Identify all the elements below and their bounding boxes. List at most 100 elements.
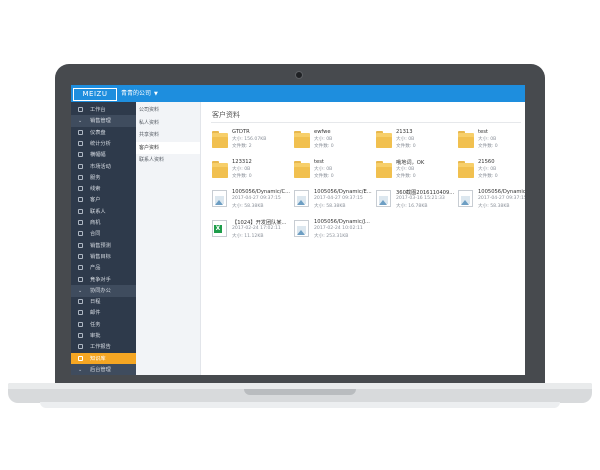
subnav-item-label: 共享资料 [139, 132, 160, 138]
subnav-item-label: 联系人资料 [139, 157, 165, 163]
knowledge-subnav: 公司资料 私人资料共享资料客户资料联系人资料 [136, 102, 201, 375]
sidebar-item-label: 协同办公 [90, 287, 111, 294]
file-meta-line: 大小: 253.31KB [314, 234, 349, 239]
subnav-item[interactable]: 共享资料 [136, 129, 200, 141]
folder-item[interactable]: ewfwe 大小: 0B 文件数: 0 [294, 127, 376, 155]
sidebar-item[interactable]: 知识库 [71, 352, 136, 365]
sidebar-item-label: 统计分析 [90, 140, 111, 147]
report-icon [78, 344, 83, 350]
subnav-item[interactable]: 联系人资料 [136, 154, 200, 166]
file-meta-line: 2017-02-24 17:02:11 [232, 226, 281, 231]
file-meta-line: 大小: 0B [314, 167, 333, 172]
file-item[interactable]: 1005056/Dynamic/C...2017-04-27 09:37:15 大… [212, 187, 294, 215]
sidebar-item-label: 工作报告 [90, 344, 111, 351]
folder-icon [376, 161, 392, 178]
sidebar-item[interactable]: 工作报告 [71, 341, 136, 353]
sidebar-item[interactable]: 客户 [71, 194, 136, 206]
file-item[interactable]: 360截图20161104​09... 2017-03-16 15:21:33 大小… [376, 187, 458, 215]
knowledge-icon [78, 355, 83, 361]
file-meta-line: 2017-04-27 09:37:15 [478, 196, 525, 201]
folder-item[interactable]: 123312 大小: 0B 文件数: 0 [212, 157, 294, 185]
file-name: 21560 [478, 159, 495, 165]
file-meta-line: 大小: 0B [396, 167, 415, 172]
sidebar-item-label: 仪表盘 [90, 129, 106, 136]
sidebar-item[interactable]: 日程 [71, 296, 136, 308]
file-name: 360截图20161104​09... [396, 190, 455, 196]
sidebar-group-header[interactable]: ⌄ 销售管理 [71, 115, 136, 128]
file-meta-line: 大小: 11.12KB [232, 234, 264, 239]
sidebar-item-label: 工作台 [90, 107, 106, 113]
chevron-down-icon: ⌄ [78, 366, 83, 373]
file-meta-line: 大小: 0B [478, 137, 497, 142]
sidebar-item[interactable]: 商机 [71, 217, 136, 229]
file-meta-line: 文件数: 0 [314, 144, 334, 149]
sidebar-item[interactable]: 销售预测 [71, 240, 136, 252]
file-meta-line: 文件数: 0 [314, 174, 334, 179]
sidebar-item-label: 审批 [90, 333, 101, 339]
sidebar-item[interactable]: 邮件 [71, 307, 136, 319]
sidebar-item[interactable]: 产品 [71, 262, 136, 274]
page-title: 客户资料 [212, 111, 240, 119]
brand-logo[interactable]: MEIZU [73, 88, 117, 101]
file-meta-line: 文件数: 0 [478, 144, 498, 149]
sidebar-item[interactable]: 市场活动 [71, 161, 136, 173]
chevron-down-icon: ⌄ [78, 287, 83, 294]
subnav-item[interactable]: 客户资料 [136, 141, 200, 154]
sidebar-item[interactable]: 竞争对手 [71, 274, 136, 286]
file-meta-line: 大小: 58.38KB [478, 204, 510, 209]
sidebar-item[interactable]: 审批 [71, 330, 136, 342]
campaign-icon [78, 163, 83, 169]
dashboard-icon [78, 129, 83, 135]
sidebar-item-label: 客户 [90, 197, 101, 204]
sidebar-item[interactable]: 联系人 [71, 206, 136, 218]
banner-icon [78, 152, 83, 158]
sidebar-item[interactable]: 仪表盘 [71, 127, 136, 139]
sidebar-item[interactable]: 任务 [71, 319, 136, 331]
caret-down-icon: ▼ [154, 91, 158, 97]
sidebar-item-label: 日程 [90, 299, 101, 306]
sidebar-item[interactable]: 合同 [71, 228, 136, 240]
sidebar-item-label: 线索 [90, 186, 101, 193]
sidebar-item[interactable]: 横幅幅 [71, 149, 136, 161]
sidebar-group-header[interactable]: ⌄ 协同办公 [71, 284, 136, 297]
sidebar-item[interactable]: 统计分析 [71, 138, 136, 150]
file-meta-line: 2017-04-27 09:37:15 [314, 196, 363, 201]
folder-item[interactable]: 21313 大小: 0B 文件数: 0 [376, 127, 458, 155]
image-file-icon [376, 190, 391, 207]
chevron-down-icon: ⌄ [78, 118, 83, 125]
sidebar-group-header[interactable]: ⌄ 后台管理 [71, 363, 136, 375]
file-item[interactable]: X 【1024】开发团队某... 2017-02-24 17:02:11 大小: 11… [212, 217, 294, 245]
sidebar-item-label: 横幅幅 [90, 152, 106, 159]
folder-item[interactable]: GTDTR 大小: 156.07KB 文件数: 2 [212, 127, 294, 155]
forecast-icon [78, 242, 83, 248]
sidebar-item-label: 竞争对手 [90, 276, 111, 283]
sidebar-item[interactable]: 线索 [71, 183, 136, 195]
file-meta-line: 大小: 0B [314, 137, 333, 142]
file-item[interactable]: 1005056/Dynamic/C...2017-04-27 09:37:15 大… [458, 187, 525, 215]
file-meta-line: 大小: 0B [396, 137, 415, 142]
subnav-item[interactable]: 私人资料 [136, 117, 200, 129]
folder-item[interactable]: test 大小: 0B 文件数: 0 [294, 157, 376, 185]
subnav-item[interactable]: 公司资料 [136, 104, 200, 116]
sidebar-item[interactable]: 销售目标 [71, 251, 136, 263]
sidebar-item[interactable]: 服务 [71, 172, 136, 184]
file-item[interactable]: 1005056/Dynamic/E... 2017-04-27 09:37:15 大… [294, 187, 376, 215]
folder-item[interactable]: 哦地词，OK 大小: 0B 文件数: 0 [376, 157, 458, 185]
task-icon [78, 321, 83, 327]
image-file-icon [212, 190, 227, 207]
file-item[interactable]: 1005056/Dynamic/J... 2017-02-24 10:02:11 大… [294, 217, 376, 245]
file-meta-line: 大小: 0B [232, 167, 251, 172]
webcam-icon [295, 71, 303, 79]
folder-icon [458, 161, 474, 178]
company-switcher[interactable]: 青青的公司 ▼ [121, 88, 158, 100]
sidebar-item-label: 销售预测 [90, 242, 111, 249]
folder-item[interactable]: test 大小: 0B 文件数: 0 [458, 127, 525, 155]
folder-icon [458, 131, 474, 148]
competitor-icon [78, 276, 83, 282]
folder-item[interactable]: 21560 大小: 0B 文件数: 0 [458, 157, 525, 185]
folder-icon [294, 161, 310, 178]
sidebar-item[interactable]: 工作台 [71, 104, 136, 116]
top-bar: MEIZU 青青的公司 ▼ [71, 85, 525, 102]
file-meta-line: 大小: 58.38KB [232, 204, 264, 209]
folder-icon [212, 161, 228, 178]
